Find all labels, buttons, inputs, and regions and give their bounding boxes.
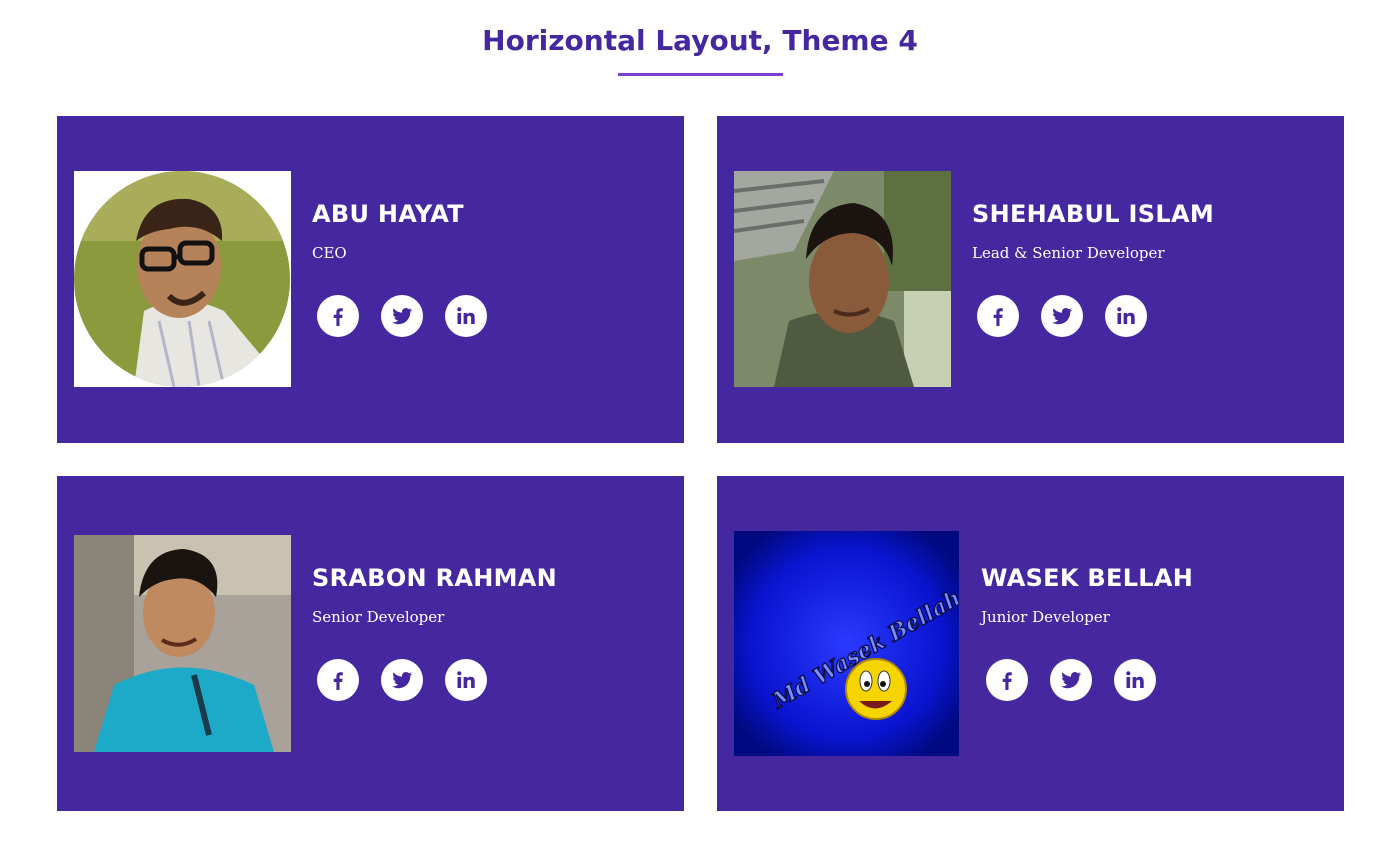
twitter-icon[interactable] [1041, 295, 1083, 337]
facebook-icon[interactable] [986, 659, 1028, 701]
team-member-card: SRABON RAHMAN Senior Developer [57, 476, 684, 811]
member-photo [74, 171, 291, 387]
member-name: WASEK BELLAH [981, 564, 1194, 592]
title-underline [618, 73, 783, 76]
facebook-icon[interactable] [317, 295, 359, 337]
team-member-card: SHEHABUL ISLAM Lead & Senior Developer [717, 116, 1344, 443]
linkedin-icon[interactable] [1114, 659, 1156, 701]
member-role: Senior Developer [312, 608, 445, 626]
member-name: ABU HAYAT [312, 200, 464, 228]
member-name: SRABON RAHMAN [312, 564, 558, 592]
member-photo [734, 171, 951, 387]
twitter-icon[interactable] [381, 295, 423, 337]
twitter-icon[interactable] [381, 659, 423, 701]
team-member-card: ABU HAYAT CEO [57, 116, 684, 443]
member-photo: Md Wasek Bellah [734, 531, 959, 756]
member-role: Lead & Senior Developer [972, 244, 1165, 262]
linkedin-icon[interactable] [445, 295, 487, 337]
linkedin-icon[interactable] [445, 659, 487, 701]
facebook-icon[interactable] [317, 659, 359, 701]
member-name: SHEHABUL ISLAM [972, 200, 1215, 228]
twitter-icon[interactable] [1050, 659, 1092, 701]
team-member-card: Md Wasek Bellah WASEK BELLAH Junior Deve… [717, 476, 1344, 811]
linkedin-icon[interactable] [1105, 295, 1147, 337]
page-title: Horizontal Layout, Theme 4 [482, 24, 918, 57]
member-role: Junior Developer [981, 608, 1110, 626]
member-photo [74, 535, 291, 752]
member-role: CEO [312, 244, 347, 262]
facebook-icon[interactable] [977, 295, 1019, 337]
